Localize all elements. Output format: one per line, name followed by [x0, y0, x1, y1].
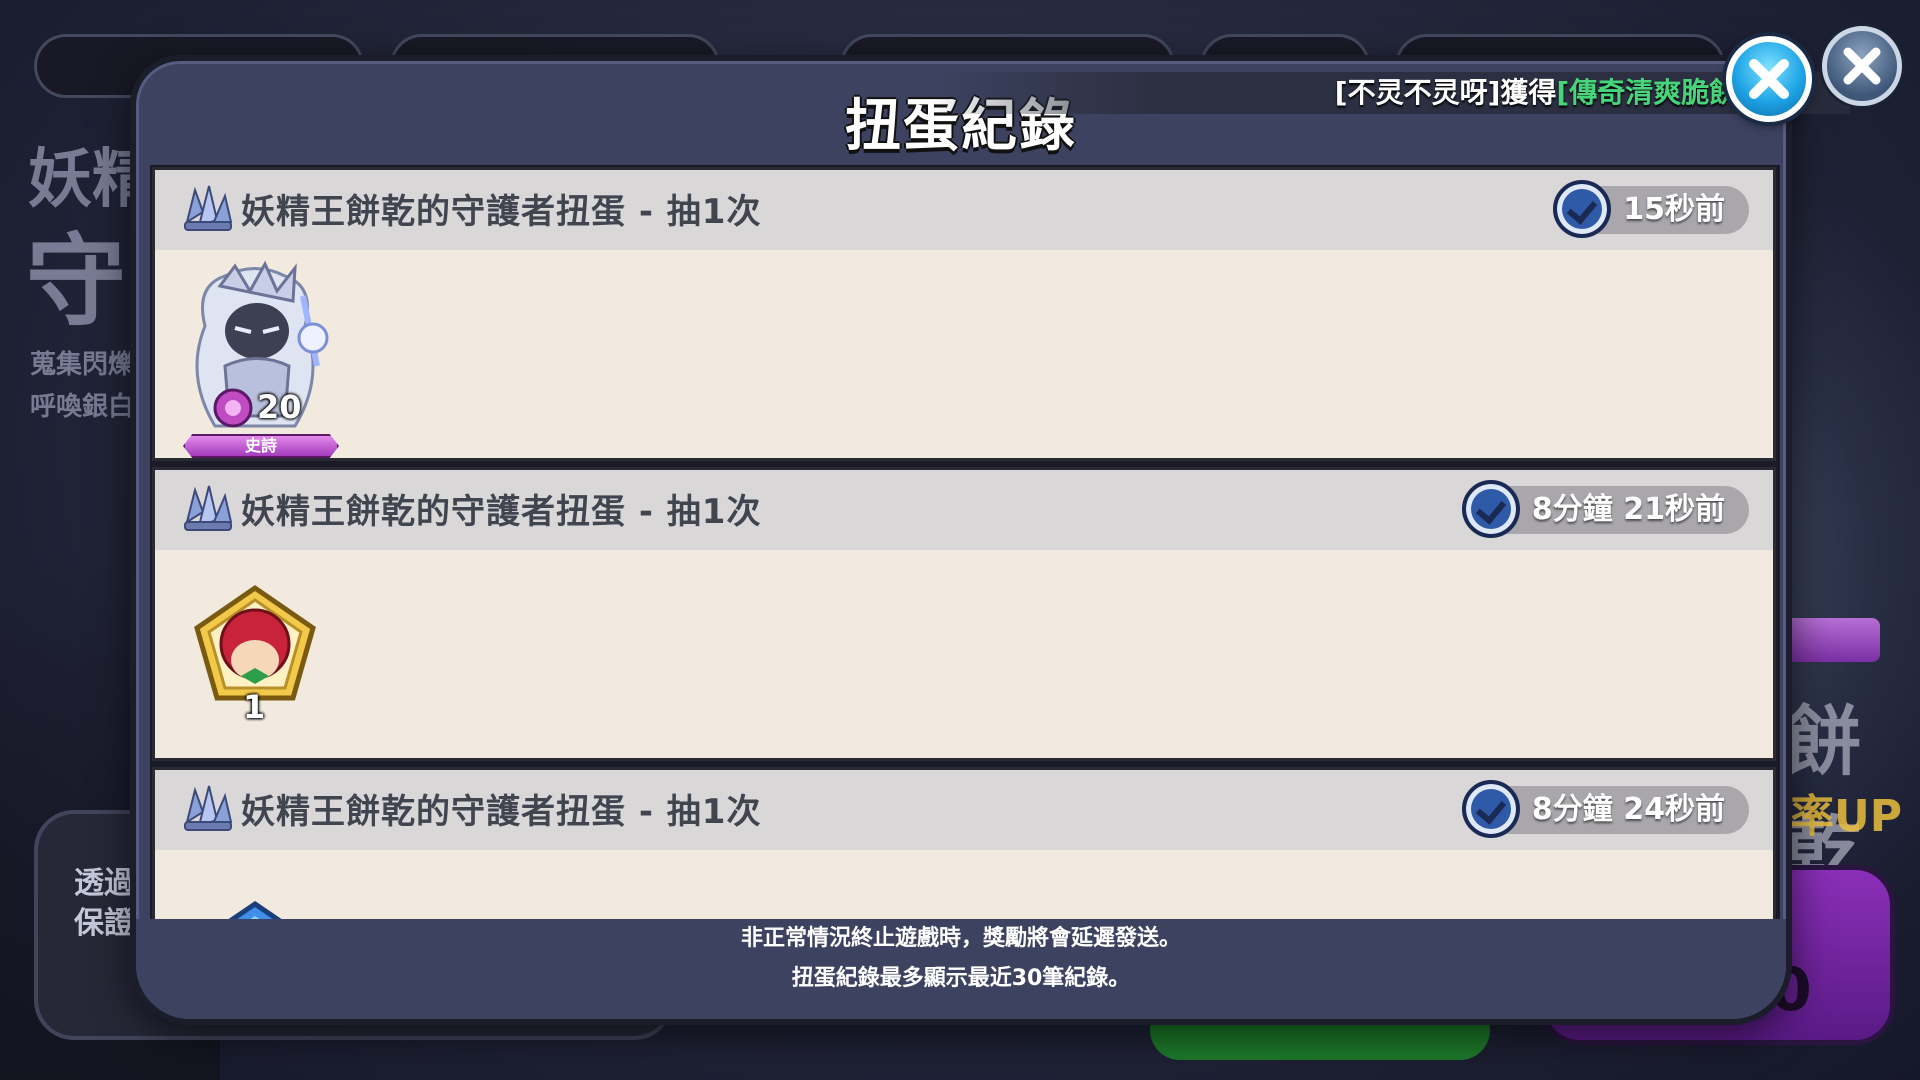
record-item: 妖精王餅乾的守護者扭蛋 - 抽1次 8分鐘 24秒前: [152, 767, 1776, 927]
background-desc-2: 呼喚銀白: [30, 392, 135, 422]
background-title-2: 守: [26, 222, 126, 340]
record-title: 妖精王餅乾的守護者扭蛋 - 抽1次: [241, 192, 762, 232]
reward-item[interactable]: 20 史詩: [165, 256, 345, 458]
modal-footer: 非正常情況終止遊戲時，獎勵將會延遲發送。 扭蛋紀錄最多顯示最近30筆紀錄。: [136, 919, 1786, 1019]
background-panel-text-2: 保證: [74, 906, 134, 941]
record-item: 妖精王餅乾的守護者扭蛋 - 抽1次 15秒前 20 史詩: [152, 167, 1776, 461]
record-title: 妖精王餅乾的守護者扭蛋 - 抽1次: [241, 492, 762, 532]
background-panel-text-1: 透過: [74, 866, 134, 901]
record-header: 妖精王餅乾的守護者扭蛋 - 抽1次 8分鐘 21秒前: [155, 470, 1773, 550]
epic-cookie-soulstone-icon: [195, 260, 329, 428]
record-list[interactable]: 妖精王餅乾的守護者扭蛋 - 抽1次 15秒前 20 史詩 妖精王餅乾的守護者扭蛋…: [150, 165, 1780, 927]
close-icon: [1843, 47, 1881, 85]
crystal-icon: [184, 185, 233, 231]
crystal-icon: [184, 785, 233, 831]
clock-icon: [1461, 780, 1520, 838]
record-time: 8分鐘 21秒前: [1461, 480, 1749, 538]
record-item: 妖精王餅乾的守護者扭蛋 - 抽1次 8分鐘 21秒前 1: [152, 467, 1776, 761]
reward-quantity: 1: [243, 688, 266, 726]
footer-notice-2: 扭蛋紀錄最多顯示最近30筆紀錄。: [791, 966, 1131, 991]
clock-icon: [1553, 180, 1612, 238]
background-desc-1: 蒐集閃爍: [30, 350, 135, 380]
announcement-ticker: [不灵不灵呀]獲得[傳奇清爽脆餅]: [930, 72, 1850, 114]
record-header: 妖精王餅乾的守護者扭蛋 - 抽1次 15秒前: [155, 170, 1773, 250]
record-time: 15秒前: [1553, 180, 1749, 238]
reward-item[interactable]: 1: [165, 580, 345, 780]
background-close-button: [1822, 26, 1902, 106]
record-title: 妖精王餅乾的守護者扭蛋 - 抽1次: [241, 792, 762, 832]
record-time-label: 8分鐘 24秒前: [1531, 792, 1725, 827]
gacha-history-modal: 扭蛋紀錄 妖精王餅乾的守護者扭蛋 - 抽1次 15秒前 20 史詩 妖精王餅乾的…: [130, 55, 1792, 1025]
close-icon: [1749, 59, 1789, 99]
background-rate-up: 率UP: [1790, 791, 1902, 842]
clock-icon: [1461, 480, 1520, 538]
rarity-badge: 史詩: [183, 434, 339, 458]
background-purple-bar: [1780, 618, 1880, 662]
record-time-label: 8分鐘 21秒前: [1531, 492, 1725, 527]
reward-quantity: 20: [257, 388, 302, 426]
record-time-label: 15秒前: [1623, 192, 1725, 227]
record-header: 妖精王餅乾的守護者扭蛋 - 抽1次 8分鐘 24秒前: [155, 770, 1773, 850]
footer-notice-1: 非正常情況終止遊戲時，獎勵將會延遲發送。: [740, 926, 1181, 951]
crystal-icon: [184, 485, 233, 531]
ticker-text: [不灵不灵呀]獲得: [1334, 76, 1557, 109]
ticker-item: [傳奇清爽脆餅]: [1556, 76, 1750, 109]
record-time: 8分鐘 24秒前: [1461, 780, 1749, 838]
close-button[interactable]: [1726, 36, 1812, 122]
